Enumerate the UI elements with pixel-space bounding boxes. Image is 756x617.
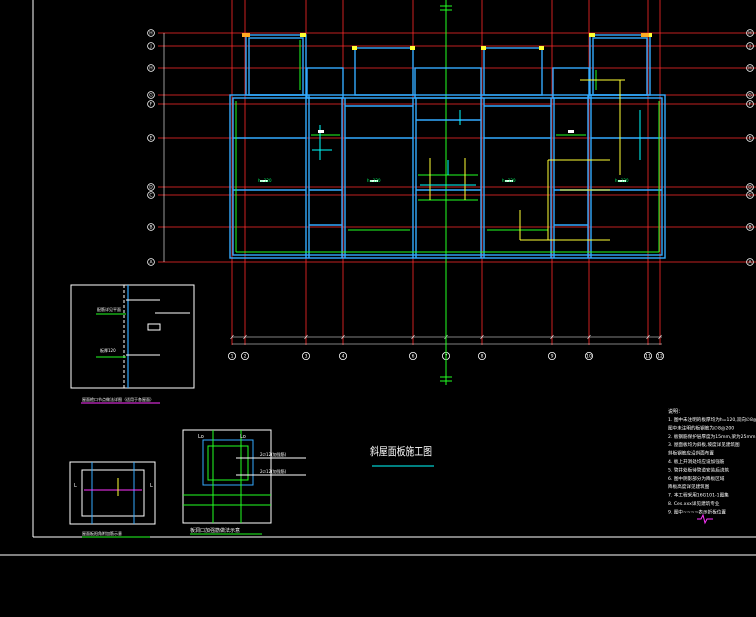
column-axis-label: 6 — [412, 354, 415, 360]
row-axis-label: D — [748, 185, 752, 191]
note-item: 5. 管井处板待管道安装后浇筑 — [668, 466, 729, 473]
row-axis-label: J — [748, 44, 750, 50]
detail-opening-label: Lo — [198, 434, 204, 440]
row-axis-label: F — [749, 102, 752, 108]
detail-opening-label: 2∅12(加强筋) — [260, 451, 287, 457]
note-item: 8. Ces.xxx详见建筑专业 — [668, 500, 720, 507]
column-axis-label: 3 — [305, 354, 308, 360]
row-axis-label: G — [748, 93, 752, 99]
row-axis-label: C — [748, 193, 751, 199]
note-item: 斜板钢筋应沿斜面布置 — [668, 450, 714, 457]
row-axis-label: G — [149, 93, 153, 99]
detail-opening-caption: 板洞口加强筋做法示意 — [190, 527, 240, 534]
detail-eaves-note: 板厚120 — [100, 347, 116, 353]
column-axis-label: 4 — [342, 354, 345, 360]
row-axis-label: B — [748, 225, 751, 231]
drawing-title: 斜屋面板施工图 — [370, 444, 432, 458]
column-axis-label: 9 — [551, 354, 554, 360]
row-axis-label: H — [149, 31, 152, 37]
notes-heading: 说明： — [668, 408, 683, 415]
detail-eaves-note: 配筋详见平面 — [97, 306, 121, 312]
note-item: 7. 本工程采用16G101-1图集 — [668, 492, 729, 499]
column-marker — [641, 33, 649, 37]
room-label: h=120 — [615, 178, 629, 183]
row-axis-label: B — [149, 225, 152, 231]
column-marker — [242, 33, 250, 37]
cad-drawing-canvas: HHJJHHGGFFEEDDCCBBAA12346789101112 — [0, 0, 756, 617]
detail-corner-label: L — [74, 483, 77, 489]
row-axis-label: E — [150, 136, 153, 142]
column-axis-label: 2 — [244, 354, 247, 360]
note-item: 3. 屋面板均为斜板,坡度详见建筑图 — [668, 441, 740, 448]
detail-opening-label: 2∅12(加强筋) — [260, 468, 287, 474]
row-axis-label: F — [150, 102, 153, 108]
room-label: h=120 — [367, 178, 381, 183]
column-axis-label: 10 — [586, 354, 592, 360]
note-item: 降板高度详见建筑图 — [668, 483, 710, 490]
column-axis-label: 8 — [481, 354, 484, 360]
column-axis-label: 1 — [231, 354, 234, 360]
column-axis-label: 11 — [645, 354, 651, 360]
note-item: 4. 板上开洞处均应设加强筋 — [668, 458, 725, 465]
room-label: h=120 — [502, 178, 516, 183]
note-item: 1. 图中未注明的板厚均为h=120,双向∅8@200 — [668, 416, 756, 423]
note-item: 6. 图中阴影部分为降板区域 — [668, 475, 725, 482]
row-axis-label: J — [149, 44, 151, 50]
note-item: 图中未注明的板钢筋为∅8@200 — [668, 424, 734, 431]
note-item: 2. 板钢筋保护层厚度为15mm,梁为25mm — [668, 433, 756, 440]
detail-eaves-caption: 屋面檐口节点做法详图（适用于各屋面） — [82, 396, 154, 402]
row-axis-label: H — [149, 66, 152, 72]
column-axis-label: 12 — [657, 354, 663, 360]
note-item: 9. 图中~~~~表示折板位置 — [668, 508, 726, 515]
row-axis-label: C — [149, 193, 152, 199]
row-axis-label: H — [748, 66, 751, 72]
detail-corner-label: L — [150, 483, 153, 489]
row-axis-label: H — [748, 31, 751, 37]
row-axis-label: E — [749, 136, 752, 142]
row-axis-label: D — [149, 185, 153, 191]
detail-corner-caption: 屋面板阳角附加筋示意 — [82, 530, 122, 536]
detail-opening-label: Lo — [240, 434, 246, 440]
room-label: h=120 — [258, 178, 272, 183]
